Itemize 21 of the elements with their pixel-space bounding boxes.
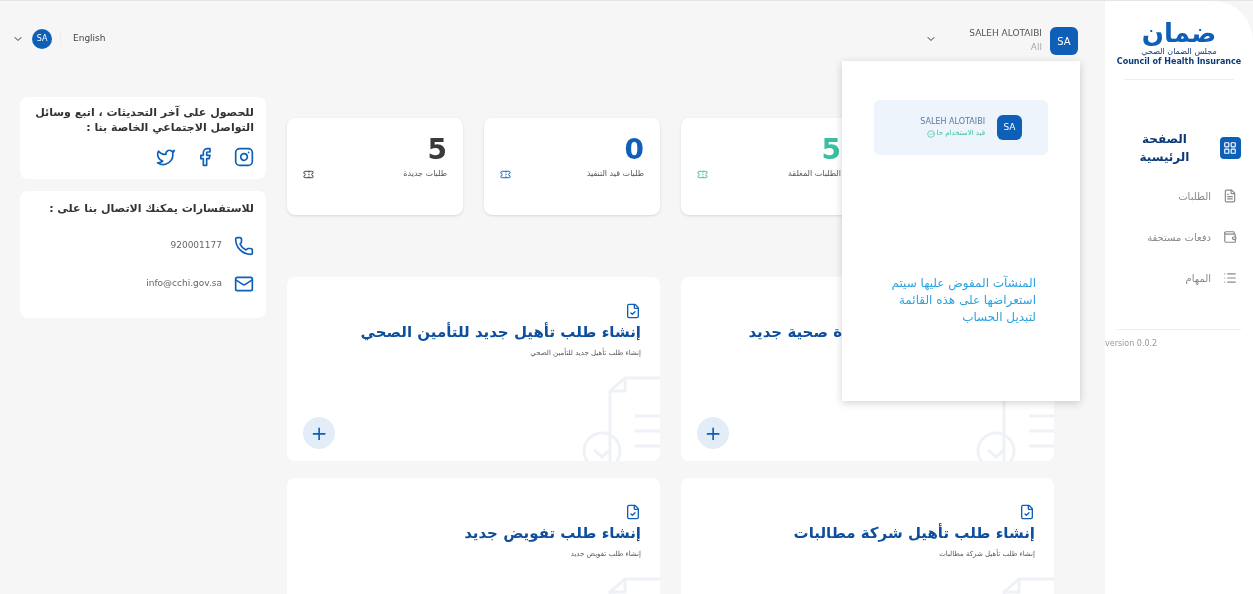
action-title: إنشاء طلب تفويض جديد [464, 523, 641, 544]
stat-value: 5 [820, 134, 841, 166]
stat-label: طلبات جديدة [403, 168, 447, 180]
logo-subtitle: Council of Health Insurance [1116, 57, 1242, 67]
user-name: SALEH ALOTAIBI [969, 27, 1042, 40]
stat-label: الطلبات المغلقة [788, 168, 841, 180]
action-title: إنشاء طلب تأهيل جديد للتأمين الصحي [360, 321, 641, 343]
stat-value: 0 [623, 134, 644, 166]
logo-subtitle: مجلس الضمان الصحي [1141, 47, 1217, 57]
account-avatar: SA [997, 115, 1022, 140]
action-title: إنشاء طلب تأهيل شركة مطالبات [793, 522, 1035, 544]
logo-word: ضمان [1141, 19, 1217, 47]
account-name: SALEH ALOTAIBI [920, 116, 985, 129]
social-text: للحصول على آخر التحديثات ، اتبع وسائل التواصل الاجتماعي الخاصة بنا : [34, 105, 254, 135]
user-role: All [1030, 40, 1042, 54]
stat-value: 5 [426, 134, 447, 166]
stat-label: طلبات قيد التنفيذ [586, 168, 644, 180]
action-title: ة صحية جديد [748, 322, 842, 343]
version-label: version 0.0.2 [1105, 338, 1158, 350]
account-hint: المنشآت المفوض عليها سيتم استعراضها على هذه القائمة لتبديل الحساب [890, 275, 1036, 326]
contact-title: للاستفسارات يمكنك الاتصال بنا على : [48, 201, 254, 217]
